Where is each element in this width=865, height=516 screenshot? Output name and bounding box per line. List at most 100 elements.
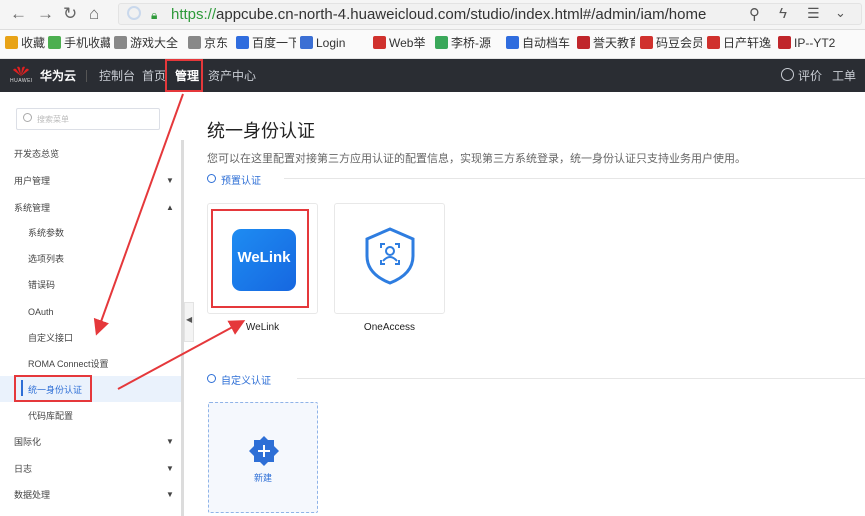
chevron-down-icon[interactable]: ▼ bbox=[166, 176, 174, 185]
bookmark-label: 码豆会员 bbox=[656, 36, 702, 50]
bookmark-item[interactable]: 誉天教育 bbox=[577, 35, 635, 51]
bookmark-favicon-icon bbox=[373, 36, 386, 49]
brand-name[interactable]: 华为云 bbox=[40, 68, 76, 84]
url-field[interactable]: 🔒︎ https://appcube.cn-north-4.huaweiclou… bbox=[118, 3, 862, 25]
chevron-down-icon[interactable]: ⌄ bbox=[835, 5, 846, 21]
bookmark-item[interactable]: 收藏 bbox=[5, 35, 45, 51]
sidebar-item[interactable]: 国际化 bbox=[14, 436, 41, 448]
search-icon[interactable]: ⚲ bbox=[749, 5, 760, 23]
welink-logo-text: WeLink bbox=[237, 249, 291, 266]
bookmark-favicon-icon bbox=[435, 36, 448, 49]
bookmark-item[interactable]: 日产轩逸 bbox=[707, 35, 771, 51]
chevron-down-icon[interactable]: ▼ bbox=[166, 490, 174, 499]
sidebar-item[interactable]: 统一身份认证 bbox=[28, 384, 82, 396]
selected-indicator bbox=[21, 380, 23, 396]
forward-arrow-icon[interactable]: → bbox=[37, 4, 54, 24]
nav-assets[interactable]: 资产中心 bbox=[208, 68, 256, 84]
bookmark-favicon-icon bbox=[707, 36, 720, 49]
sidebar-item[interactable]: 自定义接口 bbox=[28, 332, 73, 344]
custom-section-title: 自定义认证 bbox=[221, 376, 271, 387]
welink-label: WeLink bbox=[245, 322, 280, 333]
add-badge-icon bbox=[249, 436, 279, 466]
bookmark-item[interactable]: 百度一下 bbox=[236, 35, 296, 51]
bookmark-label: Login bbox=[316, 36, 346, 50]
sidebar-item[interactable]: 数据处理 bbox=[14, 489, 50, 501]
bookmark-label: IP--YT2 bbox=[794, 36, 836, 50]
check-circle-icon bbox=[207, 174, 216, 183]
bookmark-item[interactable]: 自动档车 bbox=[506, 35, 570, 51]
bookmark-favicon-icon bbox=[236, 36, 249, 49]
new-auth-card[interactable]: 新建 bbox=[208, 402, 318, 513]
menu-icon[interactable]: ☰ bbox=[807, 5, 820, 22]
nav-manage[interactable]: 管理 bbox=[175, 68, 199, 84]
bookmark-favicon-icon bbox=[577, 36, 590, 49]
bookmark-item[interactable]: 游戏大全 bbox=[114, 35, 178, 51]
bookmark-favicon-icon bbox=[48, 36, 61, 49]
oneaccess-label: OneAccess bbox=[363, 322, 416, 333]
bookmark-item[interactable]: 京东 bbox=[188, 35, 228, 51]
bookmark-label: Web举 bbox=[389, 36, 426, 50]
chevron-down-icon[interactable]: ▼ bbox=[166, 437, 174, 446]
sidebar-item[interactable]: ROMA Connect设置 bbox=[28, 358, 109, 370]
smile-icon bbox=[781, 68, 794, 81]
bookmark-label: 自动档车 bbox=[522, 36, 571, 50]
url-text: https://appcube.cn-north-4.huaweicloud.c… bbox=[171, 6, 707, 23]
oneaccess-card[interactable] bbox=[334, 203, 445, 314]
nav-ticket[interactable]: 工单 bbox=[832, 68, 856, 84]
bookmark-label: 游戏大全 bbox=[130, 36, 179, 50]
collapse-sidebar-button[interactable]: ◀ bbox=[184, 302, 194, 342]
bookmark-label: 李桥-源 bbox=[451, 36, 491, 50]
divider bbox=[86, 70, 87, 82]
nav-rate[interactable]: 评价 bbox=[798, 68, 822, 84]
sidebar-item[interactable]: 代码库配置 bbox=[28, 410, 73, 422]
bookmark-item[interactable]: Login bbox=[300, 35, 345, 51]
welink-logo-icon: WeLink bbox=[232, 229, 296, 291]
oneaccess-shield-icon bbox=[365, 227, 415, 285]
flash-icon[interactable]: ϟ bbox=[779, 5, 787, 22]
preset-section-title: 预置认证 bbox=[221, 176, 261, 187]
bookmark-item[interactable]: Web举 bbox=[373, 35, 425, 51]
bookmark-label: 京东 bbox=[204, 36, 229, 50]
menu-search-box[interactable]: 搜索菜单 bbox=[16, 108, 160, 130]
chevron-down-icon[interactable]: ▼ bbox=[166, 464, 174, 473]
huawei-logo-text: HUAWEI bbox=[10, 78, 33, 84]
site-info-icon[interactable] bbox=[127, 6, 141, 20]
bookmark-label: 百度一下 bbox=[252, 36, 296, 50]
bookmark-item[interactable]: IP--YT2 bbox=[778, 35, 835, 51]
chevron-up-icon[interactable]: ▲ bbox=[166, 203, 174, 212]
sidebar-item[interactable]: 日志 bbox=[14, 463, 32, 475]
back-arrow-icon[interactable]: ← bbox=[10, 4, 27, 24]
sidebar-item[interactable]: 开发态总览 bbox=[14, 148, 59, 160]
home-icon[interactable]: ⌂ bbox=[89, 4, 99, 24]
bookmark-label: 誉天教育 bbox=[593, 36, 635, 50]
chevron-left-icon: ◀ bbox=[186, 315, 193, 324]
page-description: 您可以在这里配置对接第三方应用认证的配置信息，实现第三方系统登录，统一身份认证只… bbox=[207, 153, 746, 165]
main-content: 统一身份认证 您可以在这里配置对接第三方应用认证的配置信息，实现第三方系统登录，… bbox=[194, 92, 865, 516]
bookmarks-bar: 收藏 手机收藏夹 游戏大全 京东 百度一下 Login Web举 李桥-源 自动档车 誉天教育 码豆… bbox=[0, 30, 865, 59]
sidebar-item[interactable]: 用户管理 bbox=[14, 175, 50, 187]
menu-search-placeholder: 搜索菜单 bbox=[37, 115, 69, 124]
lock-icon: 🔒︎ bbox=[151, 8, 158, 22]
bookmark-favicon-icon bbox=[778, 36, 791, 49]
sidebar-item[interactable]: 错误码 bbox=[28, 279, 55, 291]
page-title: 统一身份认证 bbox=[207, 121, 315, 141]
nav-console[interactable]: 控制台 bbox=[99, 68, 135, 84]
nav-home[interactable]: 首页 bbox=[142, 68, 166, 84]
bookmark-item[interactable]: 码豆会员 bbox=[640, 35, 702, 51]
sidebar-item[interactable]: 选项列表 bbox=[28, 253, 64, 265]
welink-card[interactable]: WeLink bbox=[207, 203, 318, 314]
check-circle-icon bbox=[207, 374, 216, 383]
bookmark-item[interactable]: 李桥-源 bbox=[435, 35, 491, 51]
reload-icon[interactable]: ↻ bbox=[63, 4, 77, 24]
sidebar-item[interactable]: 系统管理 bbox=[14, 202, 50, 214]
bookmark-label: 收藏 bbox=[21, 36, 45, 50]
bookmark-favicon-icon bbox=[506, 36, 519, 49]
browser-address-bar: ← → ↻ ⌂ 🔒︎ https://appcube.cn-north-4.hu… bbox=[0, 0, 865, 30]
sidebar-item[interactable]: OAuth bbox=[28, 306, 54, 318]
bookmark-favicon-icon bbox=[300, 36, 313, 49]
sidebar-item[interactable]: 系统参数 bbox=[28, 227, 64, 239]
new-label: 新建 bbox=[253, 473, 272, 483]
top-navigation: HUAWEI 华为云 控制台 首页 管理 资产中心 评价 工单 bbox=[0, 59, 865, 92]
bookmark-favicon-icon bbox=[114, 36, 127, 49]
bookmark-item[interactable]: 手机收藏夹 bbox=[48, 35, 110, 51]
